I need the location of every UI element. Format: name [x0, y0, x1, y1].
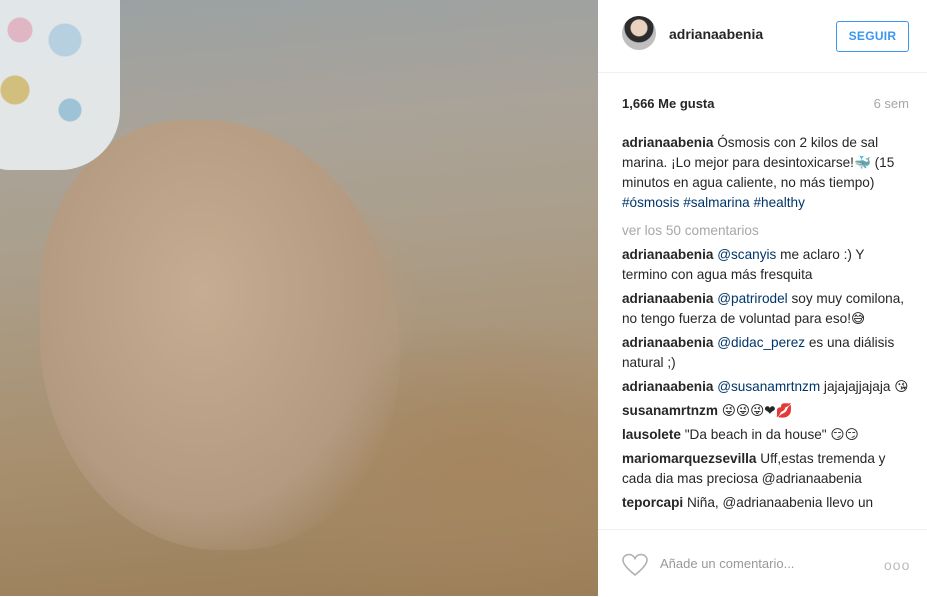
comment-username[interactable]: mariomarquezsevilla [622, 451, 757, 466]
comment-text: 😜😜😜❤💋 [717, 403, 793, 418]
comment-username[interactable]: adrianaabenia [622, 247, 713, 262]
post-stats: 1,666 Me gusta 6 sem [622, 96, 909, 116]
comment-text: Niña, @adrianaabenia llevo un [683, 495, 874, 510]
comment-username[interactable]: adrianaabenia [622, 379, 713, 394]
comment-item: mariomarquezsevilla Uff,estas tremenda y… [622, 449, 909, 489]
comment-bar: Añade un comentario... ooo [598, 529, 927, 597]
post-side-panel: adrianaabenia SEGUIR 1,666 Me gusta 6 se… [598, 0, 927, 597]
comment-username[interactable]: adrianaabenia [622, 335, 713, 350]
comment-text: "Da beach in da house" 😏😏 [680, 427, 859, 442]
comment-mention[interactable]: @didac_perez [717, 335, 805, 350]
post-photo[interactable] [0, 0, 598, 596]
comment-username[interactable]: teporcapi [622, 495, 683, 510]
caption: adrianaabenia Ósmosis con 2 kilos de sal… [622, 133, 909, 213]
comment-mention[interactable]: @patrirodel [717, 291, 787, 306]
comment-username[interactable]: susanamrtnzm [622, 403, 718, 418]
comment-username[interactable]: adrianaabenia [622, 291, 713, 306]
comment-item: adrianaabenia @patrirodel soy muy comilo… [622, 289, 909, 329]
post-header: adrianaabenia SEGUIR [598, 0, 927, 73]
comment-username[interactable]: lausolete [622, 427, 681, 442]
comment-item: adrianaabenia @didac_perez es una diális… [622, 333, 909, 373]
likes-count[interactable]: 1,666 Me gusta [622, 96, 715, 111]
comment-mention[interactable]: @scanyis [717, 247, 776, 262]
caption-username[interactable]: adrianaabenia [622, 135, 713, 150]
photo-subject [40, 120, 400, 550]
more-options-icon[interactable]: ooo [884, 557, 910, 573]
hashtag-link[interactable]: #healthy [753, 195, 804, 210]
hashtag-link[interactable]: #ósmosis [622, 195, 679, 210]
add-comment-input[interactable]: Añade un comentario... [660, 556, 794, 571]
hashtag-link[interactable]: #salmarina [683, 195, 750, 210]
post-timestamp[interactable]: 6 sem [874, 96, 909, 111]
photo-shower-cap [0, 0, 120, 170]
avatar[interactable] [622, 16, 656, 50]
comments-list: adrianaabenia Ósmosis con 2 kilos de sal… [622, 133, 909, 517]
follow-button[interactable]: SEGUIR [836, 21, 909, 52]
comment-item: teporcapi Niña, @adrianaabenia llevo un [622, 493, 909, 513]
comment-text: jajajajjajaja 😘 [820, 379, 909, 394]
view-all-comments-link[interactable]: ver los 50 comentarios [622, 221, 909, 241]
comment-item: adrianaabenia @scanyis me aclaro :) Y te… [622, 245, 909, 285]
comment-item: adrianaabenia @susanamrtnzm jajajajjajaj… [622, 377, 909, 397]
comment-item: susanamrtnzm 😜😜😜❤💋 [622, 401, 909, 421]
post-username[interactable]: adrianaabenia [669, 26, 763, 42]
comment-item: lausolete "Da beach in da house" 😏😏 [622, 425, 909, 445]
comment-mention[interactable]: @susanamrtnzm [717, 379, 820, 394]
heart-icon[interactable] [622, 553, 648, 577]
